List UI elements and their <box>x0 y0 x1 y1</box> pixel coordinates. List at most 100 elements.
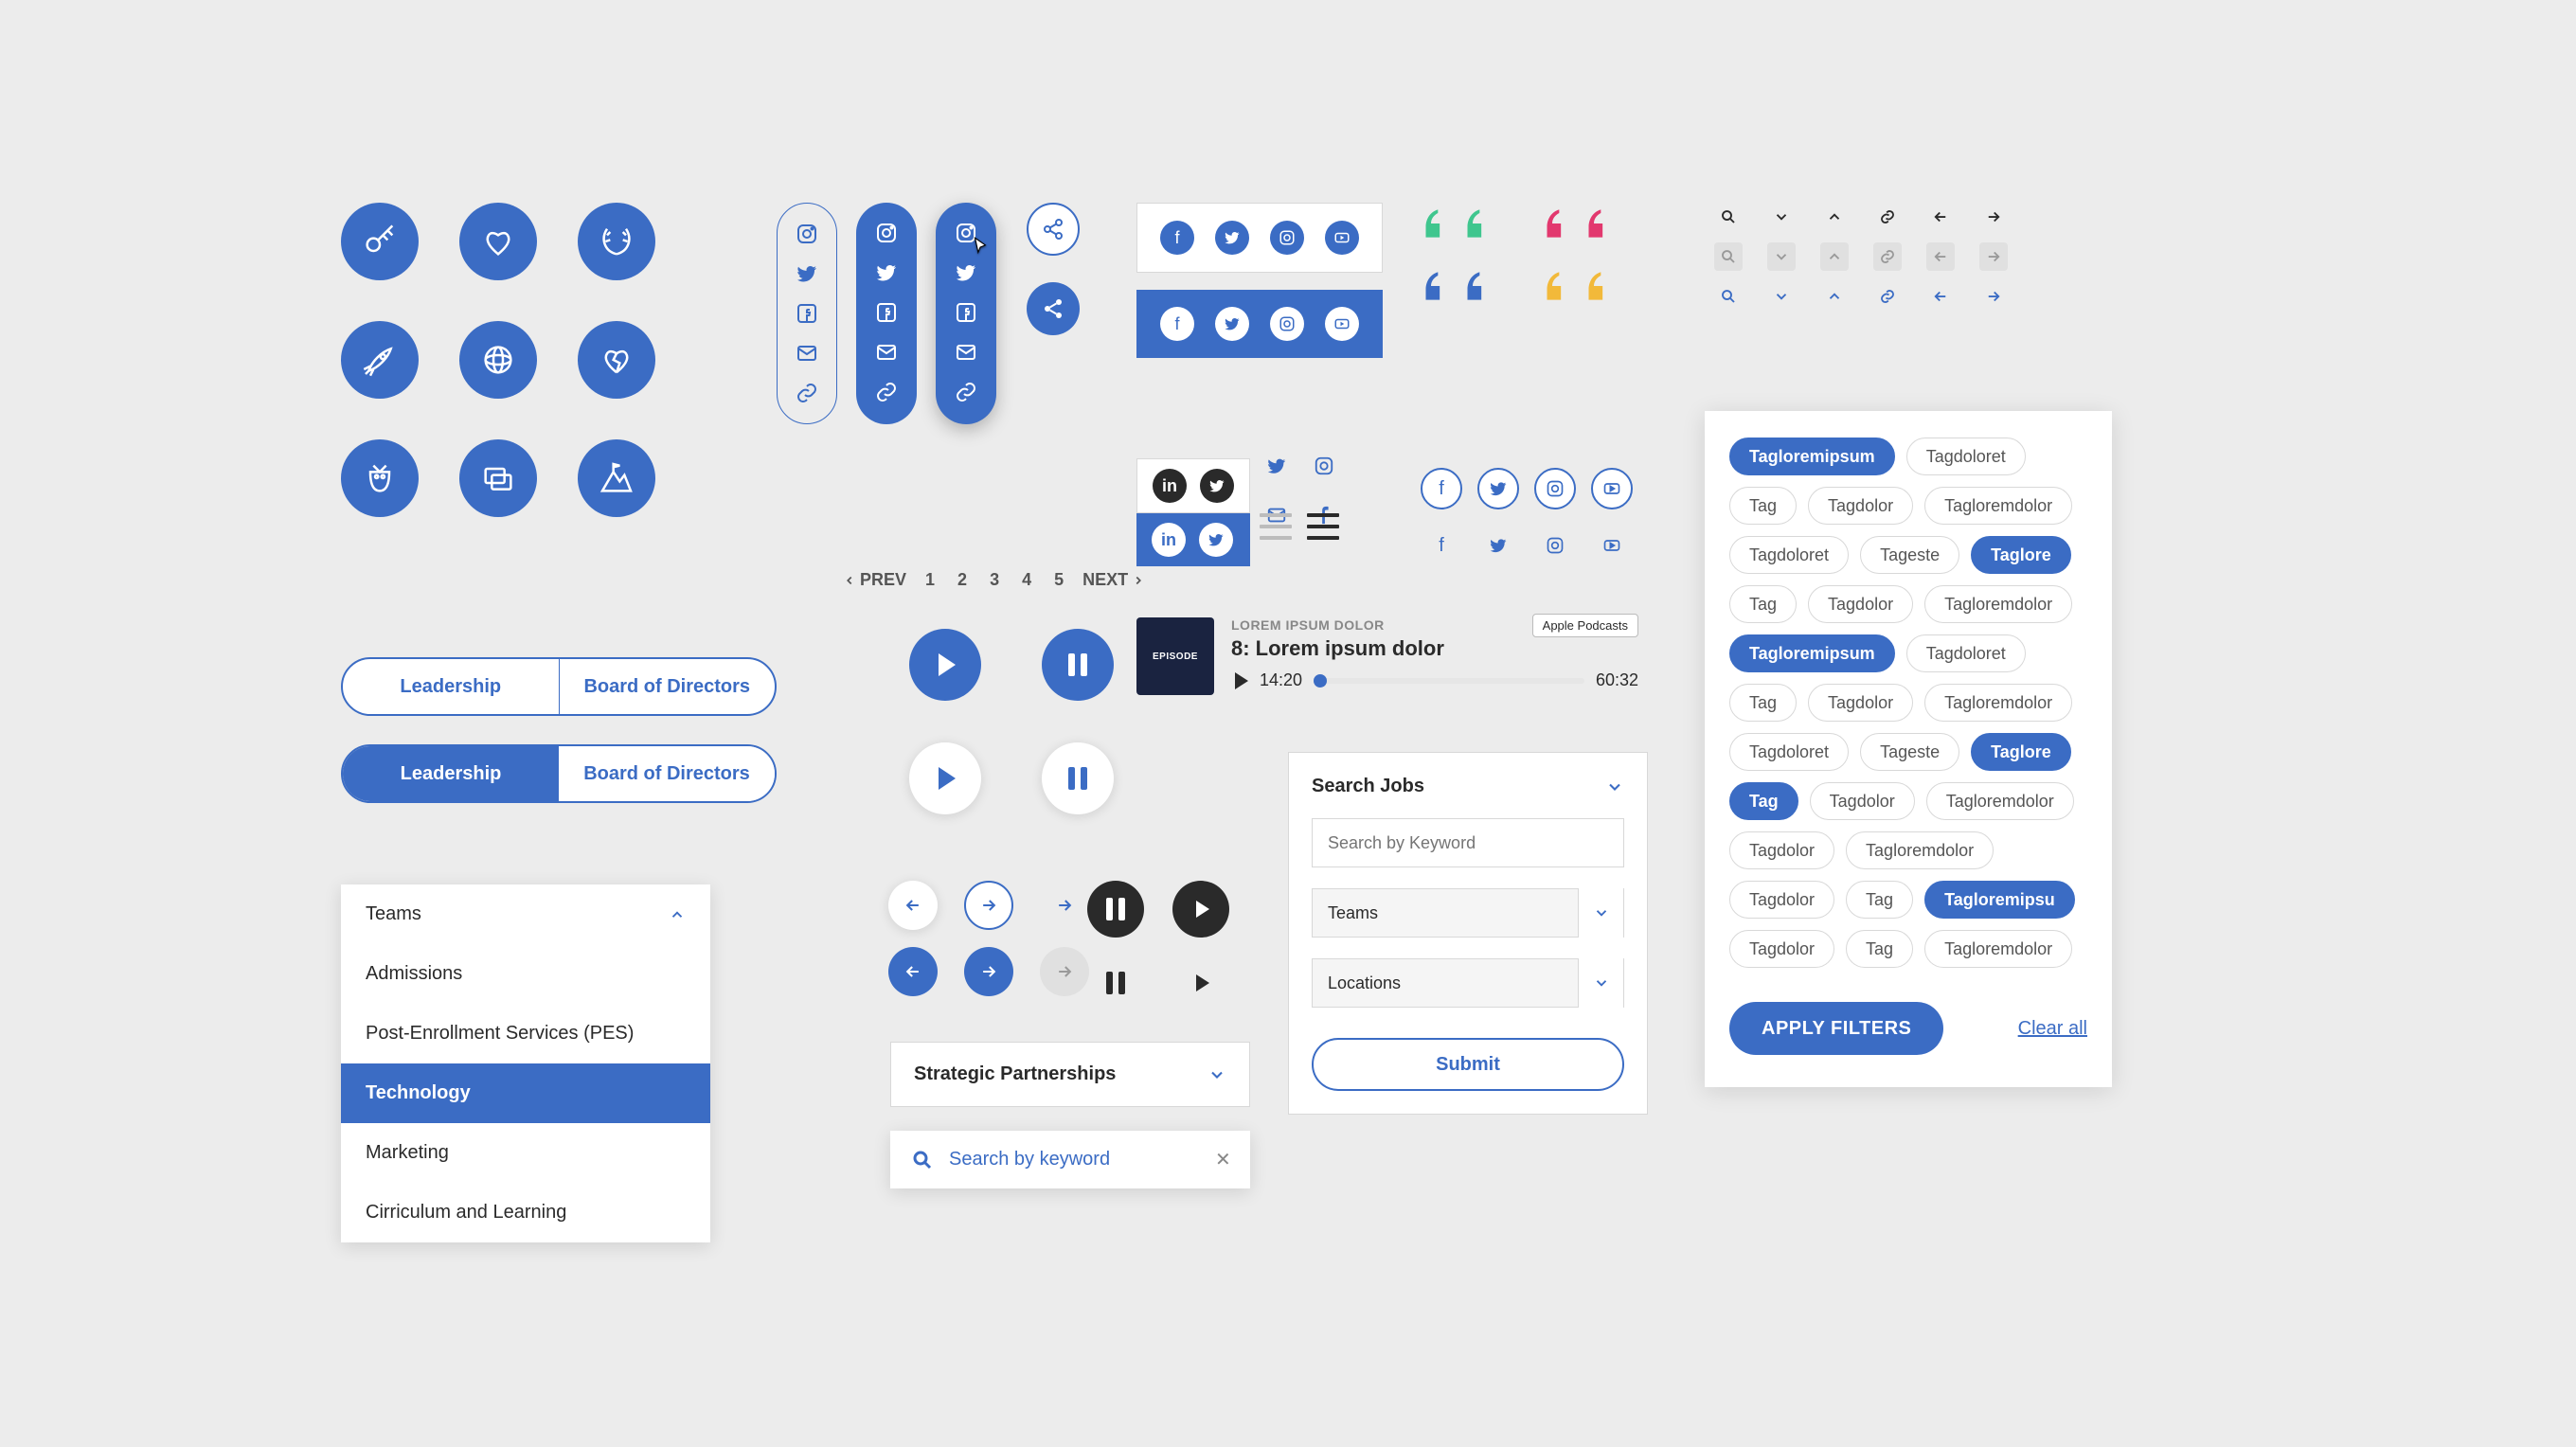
filter-tag[interactable]: Tagdolor <box>1729 881 1834 919</box>
youtube-icon[interactable] <box>1591 468 1633 509</box>
filter-tag[interactable]: Tagloremdolor <box>1924 684 2072 722</box>
accordion-item-technology[interactable]: Technology <box>341 1063 710 1123</box>
mail-icon[interactable] <box>875 341 898 364</box>
arrow-left-icon[interactable] <box>1926 282 1955 311</box>
accordion-single[interactable]: Strategic Partnerships <box>890 1042 1250 1107</box>
instagram-icon[interactable] <box>1307 449 1341 483</box>
arrow-left-button[interactable] <box>888 947 938 996</box>
pause-button[interactable] <box>1087 881 1144 938</box>
seg-leadership[interactable]: Leadership <box>343 659 560 714</box>
page-2[interactable]: 2 <box>954 570 971 590</box>
filter-tag[interactable]: Tag <box>1729 684 1797 722</box>
chevron-up-icon[interactable] <box>1820 282 1849 311</box>
facebook-icon[interactable]: f <box>1160 221 1194 255</box>
filter-tag[interactable]: Tagloremdolor <box>1926 782 2074 820</box>
instagram-icon[interactable] <box>875 222 898 244</box>
chevron-up-icon[interactable] <box>1820 203 1849 231</box>
filter-tag[interactable]: Taglore <box>1971 733 2071 771</box>
pagination-next[interactable]: NEXT <box>1082 570 1145 590</box>
twitter-icon[interactable] <box>1260 449 1294 483</box>
accordion-item-pes[interactable]: Post-Enrollment Services (PES) <box>341 1004 710 1063</box>
linkedin-icon[interactable]: in <box>1152 523 1186 557</box>
filter-tag[interactable]: Tagdolor <box>1808 585 1913 623</box>
apply-filters-button[interactable]: APPLY FILTERS <box>1729 1002 1943 1055</box>
filter-tag[interactable]: Tag <box>1729 585 1797 623</box>
search-icon[interactable] <box>1714 282 1743 311</box>
youtube-icon[interactable] <box>1325 307 1359 341</box>
arrow-right-icon[interactable] <box>1979 203 2008 231</box>
page-5[interactable]: 5 <box>1050 570 1067 590</box>
instagram-icon[interactable] <box>1270 221 1304 255</box>
pause-button[interactable] <box>1042 742 1114 814</box>
youtube-icon[interactable] <box>1325 221 1359 255</box>
filter-tag[interactable]: Tag <box>1846 930 1913 968</box>
instagram-icon[interactable] <box>955 222 977 244</box>
filter-tag[interactable]: Tageste <box>1860 733 1959 771</box>
filter-tag[interactable]: Tageste <box>1860 536 1959 574</box>
keyword-input[interactable] <box>1312 818 1624 867</box>
chevron-down-icon[interactable] <box>1767 282 1796 311</box>
filter-tag[interactable]: Tagdoloret <box>1906 634 2026 672</box>
link-icon[interactable] <box>1873 282 1902 311</box>
filter-tag[interactable]: Taglore <box>1971 536 2071 574</box>
locations-select[interactable]: Locations <box>1312 958 1624 1008</box>
arrow-left-icon[interactable] <box>1926 203 1955 231</box>
filter-tag[interactable]: Tag <box>1846 881 1913 919</box>
instagram-icon[interactable] <box>1534 525 1576 566</box>
teams-select[interactable]: Teams <box>1312 888 1624 938</box>
filter-tag[interactable]: Tagdoloret <box>1906 438 2026 475</box>
twitter-icon[interactable] <box>1215 221 1249 255</box>
filter-tag[interactable]: Tagdolor <box>1810 782 1915 820</box>
instagram-icon[interactable] <box>1270 307 1304 341</box>
filter-tag[interactable]: Tagdolor <box>1729 831 1834 869</box>
filter-tag[interactable]: Tagloremdolor <box>1924 487 2072 525</box>
twitter-icon[interactable] <box>1477 525 1519 566</box>
podcast-play-icon[interactable] <box>1231 672 1248 689</box>
facebook-icon[interactable]: f <box>1160 307 1194 341</box>
twitter-icon[interactable] <box>955 261 977 284</box>
youtube-icon[interactable] <box>1591 525 1633 566</box>
link-icon[interactable] <box>796 382 818 404</box>
pagination-prev[interactable]: PREV <box>843 570 906 590</box>
facebook-icon[interactable]: f <box>1421 468 1462 509</box>
filter-tag[interactable]: Tagloremipsum <box>1729 634 1895 672</box>
twitter-icon[interactable] <box>875 261 898 284</box>
filter-tag[interactable]: Tagdolor <box>1808 487 1913 525</box>
filter-tag[interactable]: Tag <box>1729 487 1797 525</box>
podcast-progress[interactable] <box>1314 678 1584 684</box>
link-icon[interactable] <box>955 381 977 403</box>
facebook-icon[interactable] <box>796 302 818 325</box>
arrow-right-button[interactable] <box>964 881 1013 930</box>
submit-button[interactable]: Submit <box>1312 1038 1624 1091</box>
podcast-provider-badge[interactable]: Apple Podcasts <box>1532 614 1638 637</box>
link-icon[interactable] <box>1873 203 1902 231</box>
filter-tag[interactable]: Tagdoloret <box>1729 733 1849 771</box>
seg-leadership[interactable]: Leadership <box>343 746 559 801</box>
pause-button[interactable] <box>1087 955 1144 1011</box>
filter-tag[interactable]: Tagloremdolor <box>1846 831 1994 869</box>
hamburger-icon[interactable] <box>1307 513 1339 540</box>
play-button[interactable] <box>909 742 981 814</box>
filter-tag[interactable]: Tagloremdolor <box>1924 930 2072 968</box>
page-3[interactable]: 3 <box>986 570 1003 590</box>
accordion-item-marketing[interactable]: Marketing <box>341 1123 710 1183</box>
filter-tag[interactable]: Tag <box>1729 782 1798 820</box>
facebook-icon[interactable]: f <box>1421 525 1462 566</box>
play-button[interactable] <box>909 629 981 701</box>
search-icon[interactable] <box>1714 203 1743 231</box>
clear-all-link[interactable]: Clear all <box>2018 1018 2087 1040</box>
instagram-icon[interactable] <box>1534 468 1576 509</box>
arrow-right-icon[interactable] <box>1979 282 2008 311</box>
clear-icon[interactable]: ✕ <box>1215 1148 1231 1171</box>
share-solid-button[interactable] <box>1027 282 1080 335</box>
arrow-right-button[interactable] <box>964 947 1013 996</box>
accordion-item-admissions[interactable]: Admissions <box>341 944 710 1004</box>
instagram-icon[interactable] <box>796 223 818 245</box>
page-1[interactable]: 1 <box>921 570 939 590</box>
filter-tag[interactable]: Tagdolor <box>1729 930 1834 968</box>
twitter-icon[interactable] <box>1199 523 1233 557</box>
filter-tag[interactable]: Tagloremipsu <box>1924 881 2075 919</box>
filter-tag[interactable]: Tagdoloret <box>1729 536 1849 574</box>
mail-icon[interactable] <box>796 342 818 365</box>
twitter-icon[interactable] <box>1215 307 1249 341</box>
